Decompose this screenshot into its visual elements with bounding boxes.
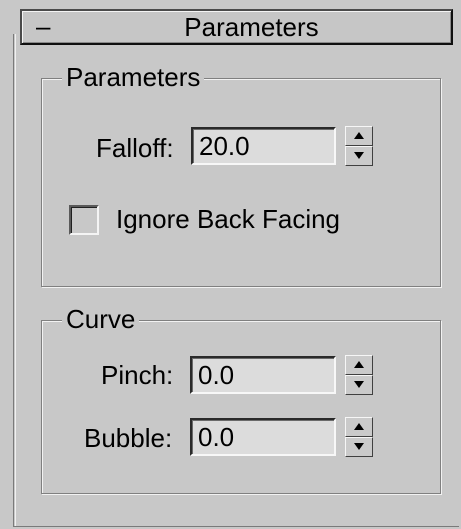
bubble-input[interactable] xyxy=(190,418,336,456)
bubble-spinner[interactable] xyxy=(345,417,373,457)
pinch-spinner[interactable] xyxy=(345,355,373,395)
falloff-input[interactable] xyxy=(191,127,336,165)
arrow-down-icon xyxy=(354,381,364,388)
parameters-groupbox: Parameters xyxy=(41,61,441,287)
curve-groupbox: Curve xyxy=(41,303,441,494)
frame-highlight xyxy=(15,34,16,526)
bubble-spin-down-button[interactable] xyxy=(345,437,373,457)
bubble-spin-up-button[interactable] xyxy=(345,417,373,437)
pinch-spin-down-button[interactable] xyxy=(345,375,373,395)
ignore-back-facing-checkbox[interactable] xyxy=(69,205,99,235)
curve-group-legend: Curve xyxy=(62,303,140,335)
arrow-down-icon xyxy=(354,152,364,159)
rollout-title: Parameters xyxy=(184,12,319,42)
pinch-label: Pinch: xyxy=(101,360,174,390)
arrow-up-icon xyxy=(354,361,364,368)
falloff-label: Falloff: xyxy=(96,133,174,163)
arrow-down-icon xyxy=(354,443,364,450)
falloff-spin-up-button[interactable] xyxy=(345,126,373,146)
bubble-label: Bubble: xyxy=(84,423,173,453)
falloff-spinner[interactable] xyxy=(345,126,373,166)
pinch-spin-up-button[interactable] xyxy=(345,355,373,375)
pinch-input[interactable] xyxy=(190,356,336,394)
ignore-back-facing-label[interactable]: Ignore Back Facing xyxy=(116,202,340,236)
rollout-header[interactable]: – Parameters xyxy=(20,9,453,45)
arrow-up-icon xyxy=(354,132,364,139)
arrow-up-icon xyxy=(354,423,364,430)
falloff-spin-down-button[interactable] xyxy=(345,146,373,166)
parameters-group-legend: Parameters xyxy=(62,61,205,93)
